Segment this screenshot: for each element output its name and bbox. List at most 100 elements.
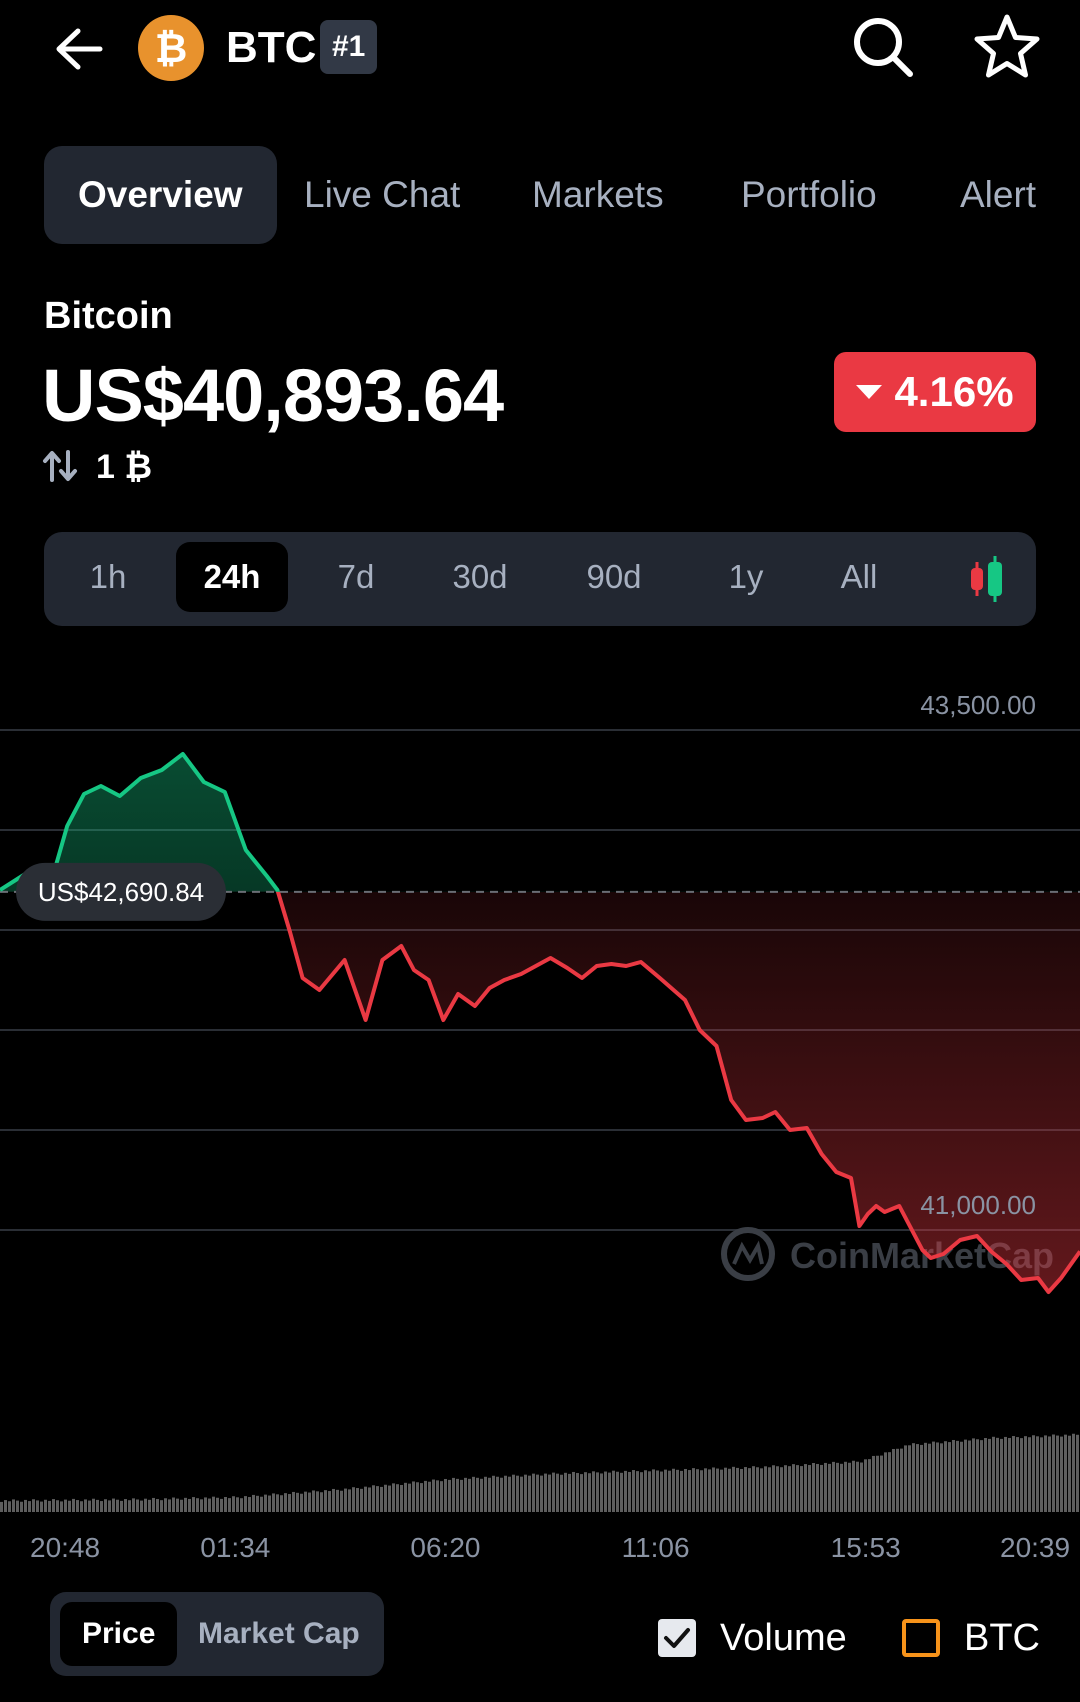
volume-bar (88, 1500, 91, 1512)
volume-bar (556, 1473, 559, 1512)
volume-bar (572, 1471, 575, 1512)
volume-bar (156, 1499, 159, 1512)
volume-bar (732, 1466, 735, 1512)
volume-bar (384, 1484, 387, 1512)
volume-bar (712, 1467, 715, 1512)
btc-checkbox[interactable] (902, 1619, 940, 1657)
y-tick-label: 43,500.00 (920, 690, 1036, 720)
range-30d[interactable]: 30d (430, 542, 530, 612)
currency-converter-button[interactable] (42, 448, 78, 484)
volume-bar (796, 1465, 799, 1512)
volume-bar (944, 1441, 947, 1512)
price-chart[interactable]: CoinMarketCap 43,500.00 41,000.00 US$42,… (0, 680, 1080, 1520)
volume-bar (348, 1489, 351, 1512)
tab-live-chat[interactable]: Live Chat (304, 146, 460, 244)
volume-bar (20, 1501, 23, 1512)
volume-bar (744, 1467, 747, 1512)
volume-bar (468, 1478, 471, 1512)
volume-bar (936, 1442, 939, 1512)
volume-bar (928, 1443, 931, 1512)
volume-bar (440, 1481, 443, 1512)
volume-bar (104, 1499, 107, 1512)
volume-bar (96, 1499, 99, 1512)
tab-alert[interactable]: Alert (960, 146, 1038, 244)
range-1y[interactable]: 1y (704, 542, 788, 612)
btc-checkbox-row[interactable]: BTC (902, 1614, 1040, 1662)
volume-bar (704, 1468, 707, 1512)
volume-bar (388, 1485, 391, 1512)
volume-bar (268, 1495, 271, 1512)
volume-bar (920, 1444, 923, 1512)
volume-bar (324, 1490, 327, 1512)
volume-bar (196, 1498, 199, 1512)
volume-bar (956, 1440, 959, 1512)
volume-bar (792, 1464, 795, 1512)
volume-bar (592, 1471, 595, 1512)
volume-bar (940, 1443, 943, 1512)
volume-bar (536, 1474, 539, 1512)
star-icon (974, 14, 1040, 78)
volume-bar (12, 1499, 15, 1512)
volume-label: Volume (720, 1617, 847, 1659)
volume-bar (452, 1477, 455, 1512)
volume-bar (916, 1444, 919, 1512)
volume-bar (872, 1455, 875, 1512)
volume-bar (1004, 1436, 1007, 1512)
volume-bar (892, 1448, 895, 1512)
volume-bar (660, 1471, 663, 1512)
volume-bar (1032, 1435, 1035, 1512)
volume-bar (368, 1487, 371, 1512)
price-change-badge: 4.16% (834, 352, 1036, 432)
volume-bar (724, 1467, 727, 1512)
volume-bar (168, 1499, 171, 1512)
volume-bar (1028, 1437, 1031, 1512)
watchlist-star-button[interactable] (972, 12, 1042, 82)
coin-name: Bitcoin (44, 295, 173, 337)
volume-bar (288, 1494, 291, 1512)
volume-bar (772, 1465, 775, 1512)
range-24h[interactable]: 24h (176, 542, 288, 612)
volume-bar (124, 1499, 127, 1512)
volume-bar (932, 1441, 935, 1512)
candlestick-toggle-button[interactable] (964, 552, 1010, 606)
volume-bar (860, 1462, 863, 1512)
volume-bar (424, 1480, 427, 1512)
volume-checkbox[interactable] (658, 1619, 696, 1657)
range-90d[interactable]: 90d (564, 542, 664, 612)
volume-bar (604, 1471, 607, 1512)
volume-bar (644, 1470, 647, 1512)
volume-bar (1008, 1437, 1011, 1512)
volume-bar (824, 1462, 827, 1512)
volume-bar (564, 1472, 567, 1512)
volume-bar (992, 1436, 995, 1512)
range-7d[interactable]: 7d (314, 542, 398, 612)
volume-checkbox-row[interactable]: Volume (658, 1614, 847, 1662)
volume-bar (1000, 1438, 1003, 1512)
tab-markets[interactable]: Markets (532, 146, 664, 244)
swap-vertical-icon (43, 450, 77, 482)
volume-bar (28, 1501, 31, 1512)
volume-bar (220, 1498, 223, 1512)
toggle-market-cap[interactable]: Market Cap (198, 1602, 360, 1666)
volume-bar (292, 1491, 295, 1512)
tab-overview[interactable]: Overview (44, 146, 277, 244)
volume-bar (528, 1475, 531, 1512)
search-button[interactable] (850, 14, 916, 80)
back-button[interactable] (48, 18, 110, 80)
volume-bar (480, 1478, 483, 1512)
volume-bar (280, 1495, 283, 1512)
volume-bar (188, 1498, 191, 1512)
volume-bar (616, 1471, 619, 1512)
toggle-price[interactable]: Price (60, 1602, 178, 1666)
volume-bar (968, 1440, 971, 1512)
checkmark-icon (664, 1628, 690, 1648)
volume-bar (596, 1472, 599, 1512)
volume-bar (252, 1494, 255, 1512)
range-1h[interactable]: 1h (66, 542, 150, 612)
price-marketcap-toggle: Price Market Cap (50, 1592, 384, 1676)
range-all[interactable]: All (814, 542, 904, 612)
tab-portfolio[interactable]: Portfolio (741, 146, 877, 244)
volume-bar (428, 1481, 431, 1512)
volume-bar (1048, 1436, 1051, 1512)
volume-bar (272, 1493, 275, 1512)
